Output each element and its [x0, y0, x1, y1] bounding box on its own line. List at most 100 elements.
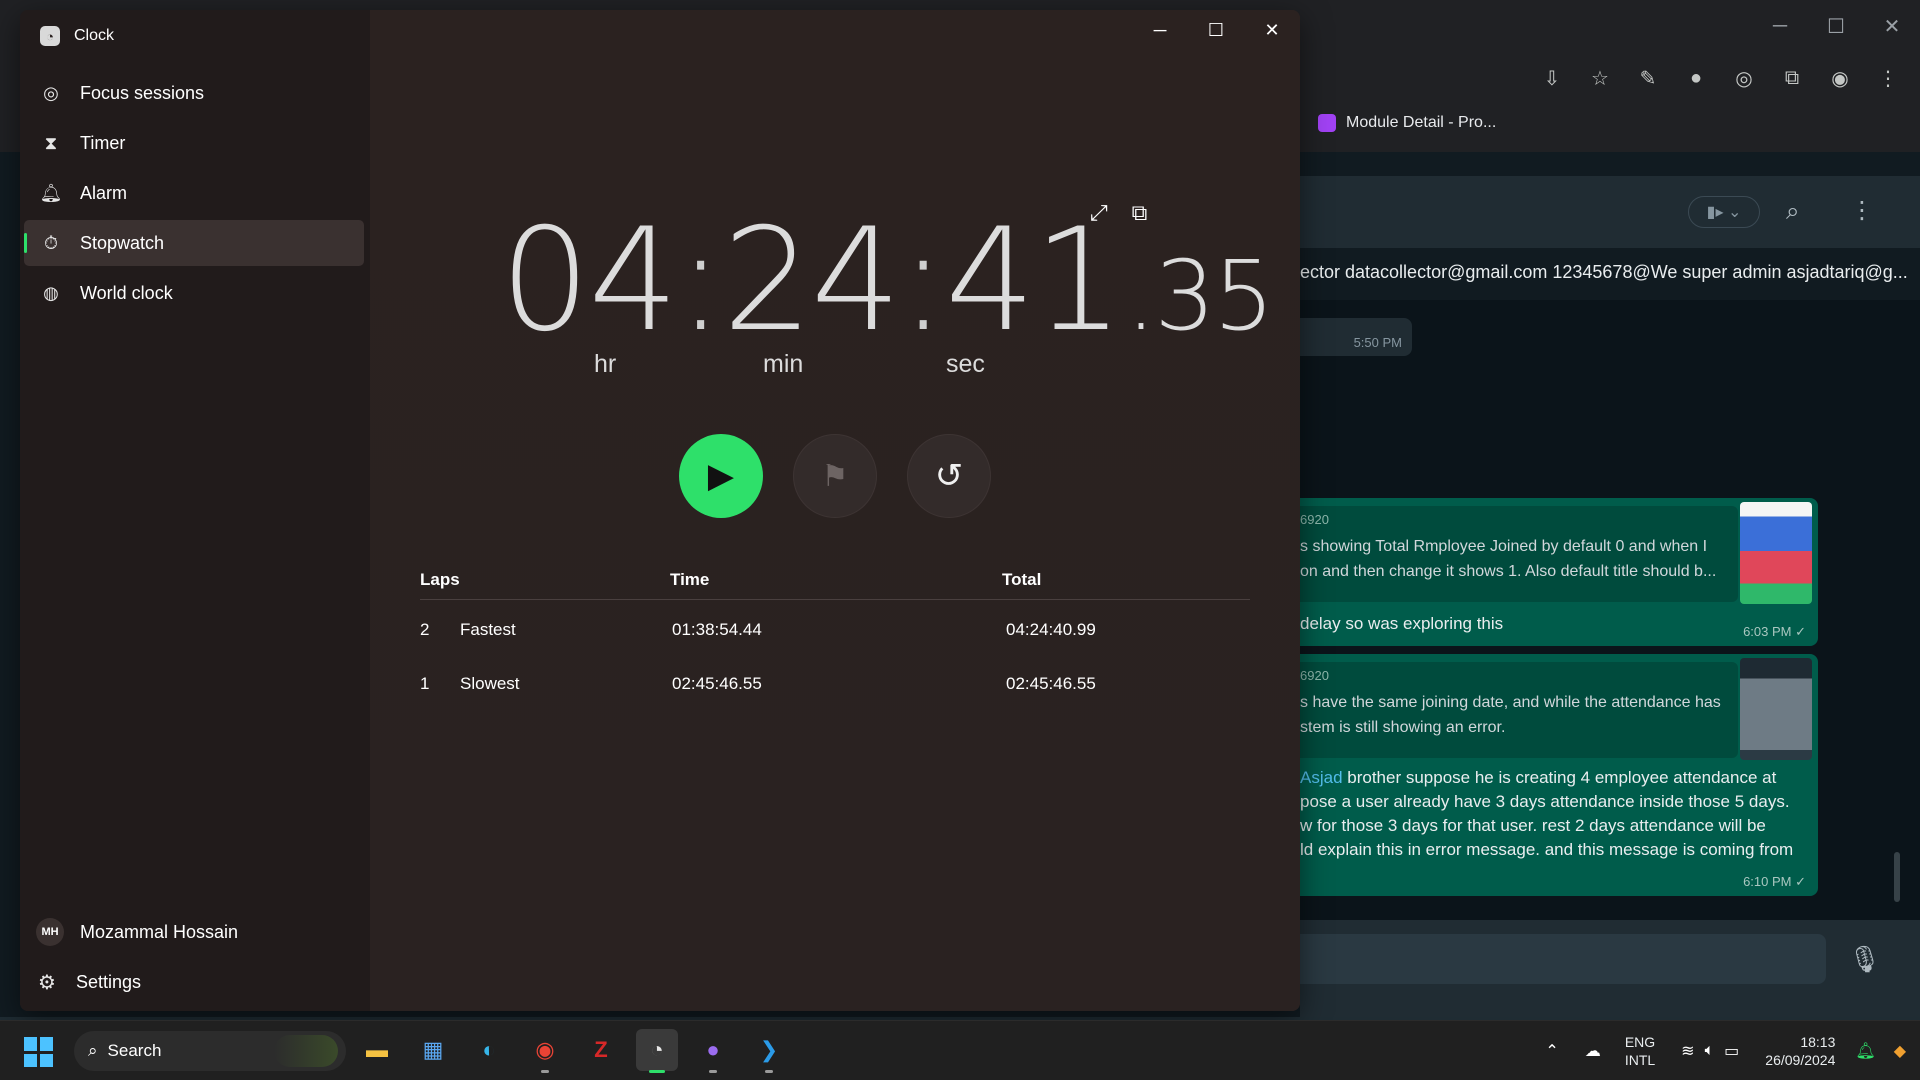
nav-item-timer[interactable]: ⧗ Timer	[24, 120, 364, 166]
avatar: MH	[36, 918, 64, 946]
message-input[interactable]	[1300, 934, 1826, 984]
chat-scrollbar[interactable]	[1894, 852, 1900, 902]
clock-app-icon: ◔	[40, 26, 60, 46]
user-account[interactable]: MH Mozammal Hossain	[36, 918, 238, 946]
windows-logo-icon	[24, 1037, 37, 1051]
time-separator: :	[676, 198, 725, 363]
nav-item-alarm[interactable]: 🔔︎ Alarm	[24, 170, 364, 216]
start-button[interactable]: ▶	[679, 434, 763, 518]
install-app-icon[interactable]: ⇩	[1540, 66, 1564, 91]
nav-item-focus-sessions[interactable]: ◎ Focus sessions	[24, 70, 364, 116]
incoming-message: 5:50 PM	[1300, 318, 1412, 356]
system-clock[interactable]: 18:13 26/09/2024	[1765, 1033, 1835, 1069]
clock-app-icon[interactable]: ◔	[636, 1029, 678, 1073]
chrome-icon[interactable]: ◉	[524, 1029, 566, 1073]
input-language[interactable]: ENG INTL	[1625, 1033, 1655, 1069]
close-icon[interactable]: ✕	[1244, 10, 1300, 50]
eyedropper-icon[interactable]: ✎	[1636, 66, 1660, 91]
fraction-value: .35	[1125, 240, 1275, 352]
image-thumbnail[interactable]	[1740, 502, 1812, 604]
kebab-menu-icon[interactable]: ⋮	[1876, 66, 1900, 91]
reset-icon: ↺	[934, 457, 964, 495]
quoted-message[interactable]: 6920 s showing Total Rmployee Joined by …	[1300, 506, 1738, 602]
image-thumbnail[interactable]	[1740, 658, 1812, 760]
puzzle-icon[interactable]: ⧉	[1780, 67, 1804, 90]
outgoing-message: 6920 s showing Total Rmployee Joined by …	[1300, 498, 1818, 646]
message-time: 6:10 PM ✓	[1743, 874, 1806, 889]
microsoft-store-icon[interactable]: ▦	[412, 1029, 454, 1071]
lap-number: 1	[420, 674, 430, 693]
menu-icon[interactable]: ⋮	[1850, 196, 1874, 225]
minutes-value: 24	[722, 198, 902, 363]
lap-number: 2	[420, 620, 430, 639]
message-time: 5:50 PM	[1353, 335, 1402, 350]
user-name: Mozammal Hossain	[80, 921, 239, 942]
minimize-icon[interactable]: ─	[1132, 10, 1188, 50]
search-icon: ⌕	[88, 1041, 98, 1060]
wifi-icon[interactable]: ≋	[1681, 1041, 1694, 1061]
filezilla-icon[interactable]: Z	[580, 1029, 622, 1071]
navigation: ◎ Focus sessions ⧗ Timer 🔔︎ Alarm ⏱︎ Sto…	[24, 70, 364, 320]
vscode-icon[interactable]: ❯	[748, 1029, 790, 1073]
gear-icon: ⚙	[38, 972, 56, 994]
copilot-icon[interactable]: ◆	[1894, 1041, 1906, 1061]
settings-item[interactable]: ⚙ Settings	[36, 970, 141, 995]
nav-item-stopwatch[interactable]: ⏱︎ Stopwatch	[24, 220, 364, 266]
quoted-message[interactable]: 6920 s have the same joining date, and w…	[1300, 662, 1738, 758]
stopwatch-page: ─ ☐ ✕ ⤢ ⧉ 04 : 24 : 41 .35 hr min sec ▶ …	[370, 10, 1300, 1011]
maximize-icon[interactable]: ☐	[1808, 0, 1864, 52]
extension-icon[interactable]: ●	[1684, 67, 1708, 90]
system-tray: ⌃ ☁ ENG INTL ≋ 🔈︎ ▭ 18:13 26/09/2024 🔔︎ …	[1545, 1021, 1920, 1080]
lang-line: INTL	[1624, 1052, 1656, 1068]
outgoing-message: 6920 s have the same joining date, and w…	[1300, 654, 1818, 896]
message-text-line: Asjad brother suppose he is creating 4 e…	[1300, 768, 1777, 787]
nav-item-label: World clock	[80, 282, 173, 303]
table-row: 1 Slowest 02:45:46.55 02:45:46.55	[420, 654, 1250, 708]
sidebar: ◔ Clock ◎ Focus sessions ⧗ Timer 🔔︎ Alar…	[20, 10, 370, 1011]
video-call-button[interactable]: ▮▸ ⌄	[1688, 196, 1760, 228]
profile-avatar-icon[interactable]: ◉	[1828, 66, 1852, 91]
volume-icon[interactable]: 🔈︎	[1705, 1042, 1715, 1060]
laps-table: Laps Time Total 2 Fastest 01:38:54.44 04…	[420, 556, 1250, 708]
quote-text-line: stem is still showing an error.	[1300, 719, 1506, 736]
maximize-icon[interactable]: ☐	[1188, 10, 1244, 50]
battery-icon[interactable]: ▭	[1724, 1041, 1739, 1061]
bookmark-star-icon[interactable]: ☆	[1588, 66, 1612, 91]
microphone-icon[interactable]: 🎙	[1848, 944, 1881, 975]
onedrive-icon[interactable]: ☁	[1585, 1041, 1601, 1061]
hourglass-icon: ⧗	[44, 132, 58, 153]
mention-link[interactable]: Asjad	[1300, 768, 1343, 787]
search-icon[interactable]: ⌕	[1786, 198, 1799, 226]
message-time: 6:03 PM ✓	[1743, 624, 1806, 639]
lap-total: 04:24:40.99	[1006, 620, 1096, 639]
laps-column-header: Laps	[420, 570, 460, 589]
quote-sender: 6920	[1300, 512, 1329, 527]
edge-icon[interactable]: ◐	[468, 1029, 510, 1071]
translate-icon[interactable]: ◎	[1732, 66, 1756, 91]
quote-sender: 6920	[1300, 668, 1329, 683]
bookmark-label: Module Detail - Pro...	[1346, 114, 1497, 131]
time-separator: :	[899, 198, 947, 363]
bookmark-item[interactable]: Module Detail - Pro...	[1318, 114, 1496, 132]
file-explorer-icon[interactable]: ▬	[356, 1029, 398, 1071]
message-text-line: ld explain this in error message. and th…	[1300, 840, 1794, 859]
lang-line: ENG	[1624, 1034, 1656, 1050]
browser-caption-buttons: ─ ☐ ✕	[1752, 0, 1920, 52]
unit-min: min	[763, 350, 804, 378]
lap-label: Fastest	[460, 620, 516, 639]
start-button[interactable]	[24, 1037, 54, 1067]
notification-bell-icon[interactable]: 🔔︎	[1855, 1041, 1875, 1061]
time-column-header: Time	[670, 570, 710, 589]
lap-label: Slowest	[460, 674, 520, 693]
quote-text-line: s have the same joining date, and while …	[1300, 694, 1721, 711]
chevron-up-icon[interactable]: ⌃	[1545, 1041, 1558, 1061]
reset-button[interactable]: ↺	[907, 434, 991, 518]
github-desktop-icon[interactable]: ●	[692, 1029, 734, 1073]
minimize-icon[interactable]: ─	[1752, 0, 1808, 52]
close-icon[interactable]: ✕	[1864, 0, 1920, 52]
lap-button[interactable]: ⚑	[793, 434, 877, 518]
nav-item-world-clock[interactable]: ◍ World clock	[24, 270, 364, 316]
taskbar-search[interactable]: ⌕ Search	[74, 1031, 346, 1071]
taskbar: ⌕ Search ▬ ▦ ◐ ◉ Z ◔ ● ❯ ⌃ ☁ ENG INTL ≋ …	[0, 1020, 1920, 1080]
globe-icon: ◍	[43, 282, 59, 303]
